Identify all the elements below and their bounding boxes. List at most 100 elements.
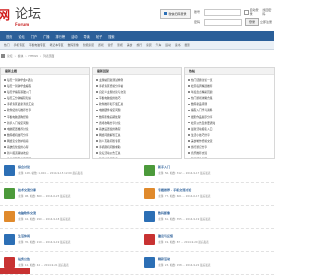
site-header: 网 论坛 Forum 微信扫码登录 账号 自动登录 找回密码 密码 登录 立即注… [0, 0, 274, 31]
forum-row: 站务公告 主题: 12, 帖数: 44 ... 2014-9-21 最后发表 精彩活… [0, 252, 274, 275]
bullet-icon [4, 121, 6, 124]
panel-list-label: 手机专区最新消息汇总 [7, 102, 34, 107]
forgot-password-link[interactable]: 找回密码 [262, 8, 274, 16]
nav-item[interactable]: 广播 [43, 34, 49, 39]
forum-meta: 主题: 19, 帖数: 87 ... 2014-9-20 最后发表 [158, 241, 209, 244]
bullet-icon [96, 134, 98, 136]
subnav-item[interactable]: 笔记本专区 [50, 43, 64, 47]
nav-item[interactable]: 论坛 [18, 34, 24, 39]
subnav-item[interactable]: 音乐 [108, 43, 114, 47]
subnav-item[interactable]: 读书 [175, 43, 181, 47]
forum-icon[interactable] [144, 257, 155, 268]
nav-item[interactable]: 门户 [31, 34, 37, 39]
subnav-item[interactable]: 汽车 [156, 43, 162, 47]
nav-item[interactable]: 搜索 [108, 34, 114, 39]
panel-list-item[interactable]: 影视评论专区 [188, 156, 274, 158]
bullet-icon [4, 91, 6, 93]
panel-list-label: 每天三分钟编程知识 [7, 96, 32, 101]
forum-title[interactable]: 技术交流分享 [18, 188, 36, 192]
panel-list-label: 社区公告及重要通知 [191, 120, 216, 125]
forum-icon[interactable] [4, 257, 15, 268]
forum-title[interactable]: 综合讨论 [18, 165, 30, 169]
remember-checkbox[interactable] [243, 9, 249, 15]
panel-list-label: 软件推荐和下载汇总 [99, 102, 124, 107]
forum-title[interactable]: 电脑软件交流 [18, 211, 36, 215]
forum-title[interactable]: 专题推荐 · 手机交流讨论 [158, 188, 191, 192]
nav-item[interactable]: 导读 [83, 34, 89, 39]
bullet-icon [96, 121, 98, 124]
nav-item[interactable]: 排行榜 [56, 34, 66, 39]
bullet-icon [4, 85, 6, 87]
forum-title[interactable]: 精彩活动 [158, 257, 170, 261]
bullet-icon [96, 158, 98, 159]
account-input[interactable] [203, 8, 241, 16]
forum-icon[interactable] [4, 165, 15, 176]
forum-title[interactable]: 数码影像 [158, 211, 170, 215]
breadcrumb-item[interactable]: HTML5 [28, 54, 38, 58]
bullet-icon [96, 128, 98, 130]
subnav-item[interactable]: 家居 [146, 43, 152, 47]
quick-post-button[interactable] [0, 268, 30, 274]
register-link[interactable]: 立即注册 [260, 20, 272, 24]
forum-icon[interactable] [4, 234, 15, 245]
panel-list-item[interactable]: 精华帖推荐列表 [96, 156, 181, 159]
forum-title[interactable]: 新手入门 [158, 165, 170, 169]
password-input[interactable] [204, 18, 242, 26]
panel-list-label: 每天学编程基础入门 [7, 90, 32, 95]
subnav-item[interactable]: 数码影像 [68, 43, 79, 47]
forum-title[interactable]: 生活休闲 [18, 234, 30, 238]
bullet-icon [188, 91, 190, 93]
panel-list-label: 影视评论专区 [191, 157, 207, 158]
forum-row: 技术交流分享主题: 98, 帖数: 860 ... 2014-6-23 最后发表… [0, 183, 274, 206]
subnav-item[interactable]: 手机专区 [14, 43, 25, 47]
forum-icon[interactable] [144, 234, 155, 245]
forum-row: 电脑软件交流 主题: 44, 帖数: 290 ... 2014-9-18 最后发表… [0, 206, 274, 229]
subnav-item[interactable]: 影视 [117, 43, 123, 47]
forum-meta: 主题: 98, 帖数: 860 ... 2014-6-23 最后发表 [18, 195, 71, 198]
forum-icon[interactable] [144, 211, 155, 222]
breadcrumb-separator: › [40, 54, 42, 58]
panel-list-label: 平板电脑选购经验 [7, 114, 29, 119]
subnav-item[interactable]: 热门 [4, 43, 10, 47]
panel-list-label: 新手入门常见问题 [7, 120, 29, 125]
logo-mark[interactable]: 网 [0, 8, 12, 22]
bullet-icon [188, 134, 190, 136]
forum-icon[interactable] [4, 211, 15, 222]
forum-icon[interactable] [144, 165, 155, 176]
panel-list-label: 旅行游记分享 [191, 145, 208, 150]
logo-text[interactable]: 论坛 [15, 7, 41, 22]
subnav-item[interactable]: 摄影 [185, 43, 191, 47]
subnav-item[interactable]: 智能家居 [83, 43, 94, 47]
nav-item[interactable]: 帖子 [96, 34, 102, 39]
bullet-icon [188, 109, 190, 112]
forum-title[interactable]: 建议与反馈 [158, 234, 173, 238]
breadcrumb-item[interactable]: 论坛 [7, 54, 13, 58]
bullet-icon [188, 103, 190, 106]
panel-title: 最新回复 [93, 68, 181, 75]
subnav-item[interactable]: 美食 [127, 43, 133, 47]
panel-list-item[interactable]: 论坛规则及常见问答 [4, 156, 89, 158]
nav-item[interactable]: 首页 [6, 34, 12, 39]
breadcrumb-item[interactable]: 板块 [18, 54, 24, 58]
panel-list-label: 软件使用与推荐分享 [7, 108, 32, 113]
subnav-item[interactable]: 平板电脑专区 [29, 43, 46, 47]
subnav-item[interactable]: 运动 [165, 43, 171, 47]
subnav-item[interactable]: 游戏 [98, 43, 104, 47]
forum-icon[interactable] [4, 188, 15, 199]
bullet-icon [4, 134, 6, 136]
home-icon[interactable] [1, 54, 5, 58]
bullet-icon [96, 79, 98, 81]
login-button[interactable]: 登录 [245, 18, 259, 26]
panel-list-label: 网络安全防护指南 [7, 138, 29, 143]
wechat-login-button[interactable]: 微信扫码登录 [160, 9, 191, 19]
forum-title[interactable]: 站务公告 [18, 257, 30, 261]
breadcrumb-separator: › [25, 54, 27, 58]
bullet-icon [96, 115, 98, 118]
nav-item[interactable]: 活动 [71, 34, 77, 39]
subnav-item[interactable]: 旅行 [136, 43, 142, 47]
panel-list-label: 数码新品评测 [191, 102, 208, 107]
panel-list-label: 系统优化使用心得 [7, 145, 29, 150]
bullet-icon [96, 146, 98, 148]
forum-icon[interactable] [144, 188, 155, 199]
bullet-icon [96, 109, 98, 112]
